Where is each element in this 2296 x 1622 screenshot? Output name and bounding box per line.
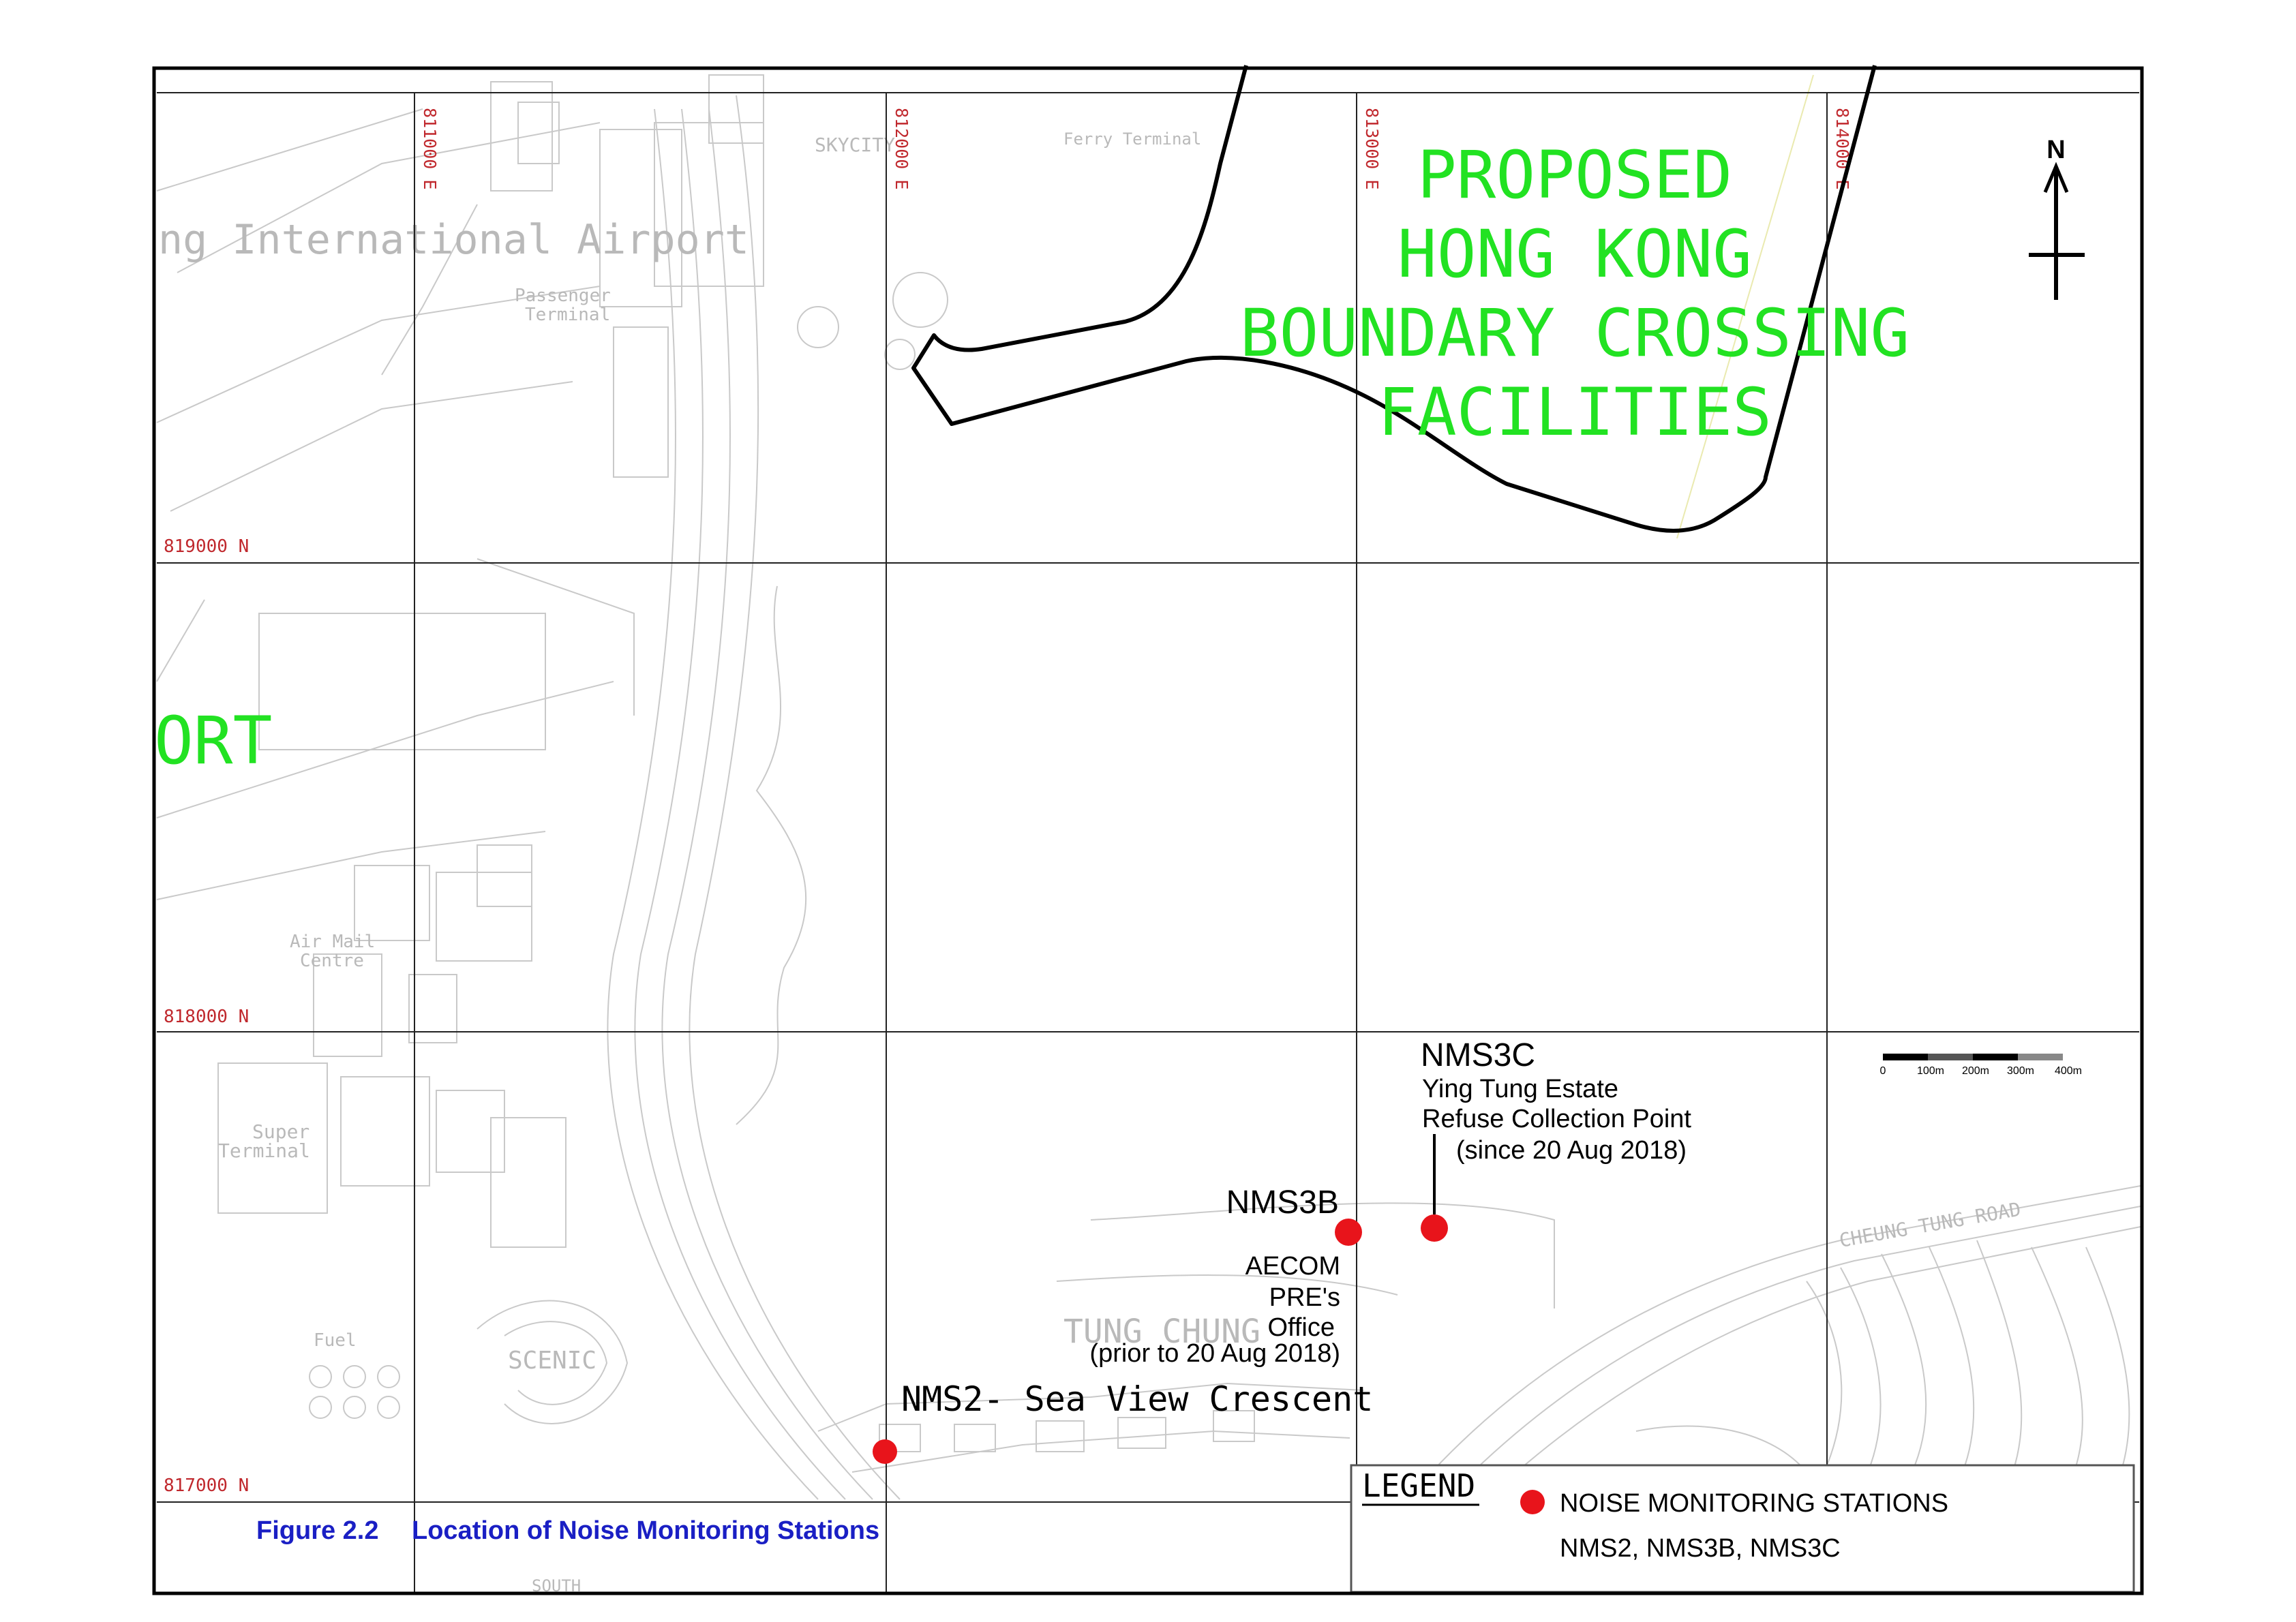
scale-seg-1 bbox=[1883, 1054, 1928, 1060]
station-nms3b-name: NMS3B bbox=[1226, 1184, 1339, 1221]
station-nms2-label: NMS2- Sea View Crescent bbox=[901, 1379, 1373, 1419]
station-nms3c-desc-1: Ying Tung Estate bbox=[1422, 1075, 1618, 1103]
scale-label-400: 400m bbox=[2055, 1065, 2082, 1077]
project-label-line-4: FACILITIES bbox=[1378, 374, 1772, 450]
skycity-label: SKYCITY bbox=[815, 134, 895, 156]
station-nms3c: NMS3C Ying Tung Estate Refuse Collection… bbox=[1421, 1037, 1691, 1242]
air-mail-label-1: Air Mail bbox=[290, 932, 375, 952]
station-nms3c-desc-2: Refuse Collection Point bbox=[1422, 1105, 1691, 1133]
easting-label-811000: 811000 E bbox=[420, 108, 440, 189]
north-arrow-label: N bbox=[2046, 136, 2065, 164]
fuel-label: Fuel bbox=[314, 1330, 357, 1351]
station-nms2: NMS2- Sea View Crescent bbox=[873, 1379, 1373, 1464]
station-nms3b-desc-2: PRE's bbox=[1269, 1283, 1340, 1312]
air-mail-label-2: Centre bbox=[300, 951, 364, 971]
station-nms3c-desc-3: (since 20 Aug 2018) bbox=[1456, 1136, 1687, 1165]
scale-label-0: 0 bbox=[1880, 1065, 1886, 1077]
north-arrow: N bbox=[2029, 136, 2085, 300]
scale-label-200: 200m bbox=[1962, 1065, 1989, 1077]
passenger-label-1: Passenger bbox=[515, 286, 611, 306]
easting-label-812000: 812000 E bbox=[892, 108, 911, 189]
scale-label-100: 100m bbox=[1917, 1065, 1944, 1077]
figure-number: Figure 2.2 bbox=[256, 1516, 379, 1545]
legend-marker-icon bbox=[1520, 1490, 1545, 1514]
project-label-line-1: PROPOSED bbox=[1417, 137, 1732, 213]
figure-title: Location of Noise Monitoring Stations bbox=[412, 1516, 879, 1545]
northing-label-818000: 818000 N bbox=[164, 1007, 249, 1027]
station-nms3c-name: NMS3C bbox=[1421, 1037, 1535, 1073]
station-nms3b-desc-3: Office bbox=[1267, 1313, 1335, 1342]
ferry-terminal-label: Ferry Terminal bbox=[1063, 129, 1201, 149]
scenic-label: SCENIC bbox=[508, 1347, 596, 1375]
northing-label-817000: 817000 N bbox=[164, 1475, 249, 1496]
project-label-line-2: HONG KONG bbox=[1398, 216, 1752, 292]
northing-label-819000: 819000 N bbox=[164, 536, 249, 557]
map-figure: ng International Airport Passenger Termi… bbox=[152, 65, 2144, 1595]
legend-title: LEGEND bbox=[1362, 1467, 1475, 1504]
project-label: PROPOSED HONG KONG BOUNDARY CROSSING FAC… bbox=[1240, 137, 1910, 450]
station-nms3c-marker[interactable] bbox=[1421, 1214, 1448, 1242]
northing-labels: 819000 N 818000 N 817000 N bbox=[164, 536, 249, 1496]
figure-caption: Figure 2.2 Location of Noise Monitoring … bbox=[256, 1516, 879, 1545]
super-label-2: Terminal bbox=[218, 1139, 310, 1162]
station-nms3b-desc-4: (prior to 20 Aug 2018) bbox=[1089, 1339, 1340, 1368]
scale-seg-2 bbox=[1928, 1054, 1973, 1060]
cheung-tung-road-label: CHEUNG TUNG ROAD bbox=[1837, 1198, 2022, 1252]
airport-big-label: ORT bbox=[154, 703, 272, 779]
legend-item-label: NOISE MONITORING STATIONS bbox=[1560, 1489, 1948, 1518]
airport-label: ng International Airport bbox=[158, 216, 749, 264]
project-label-line-3: BOUNDARY CROSSING bbox=[1240, 295, 1910, 371]
station-nms2-marker[interactable] bbox=[873, 1439, 897, 1464]
base-map bbox=[156, 74, 2141, 1500]
station-nms3b-marker[interactable] bbox=[1335, 1219, 1362, 1246]
scale-label-300: 300m bbox=[2007, 1065, 2034, 1077]
scale-seg-3 bbox=[1973, 1054, 2018, 1060]
legend: LEGEND NOISE MONITORING STATIONS NMS2, N… bbox=[1350, 1464, 2135, 1593]
passenger-label-2: Terminal bbox=[525, 305, 610, 325]
scale-seg-4 bbox=[2018, 1054, 2063, 1060]
station-nms3b-desc-1: AECOM bbox=[1245, 1252, 1340, 1281]
legend-item-sub: NMS2, NMS3B, NMS3C bbox=[1560, 1534, 1841, 1563]
easting-label-814000: 814000 E bbox=[1832, 108, 1852, 189]
station-nms3b: NMS3B AECOM PRE's Office (prior to 20 Au… bbox=[1089, 1184, 1362, 1368]
scale-bar: 0 100m 200m 300m 400m bbox=[1880, 1054, 2082, 1077]
easting-label-813000: 813000 E bbox=[1362, 108, 1382, 189]
